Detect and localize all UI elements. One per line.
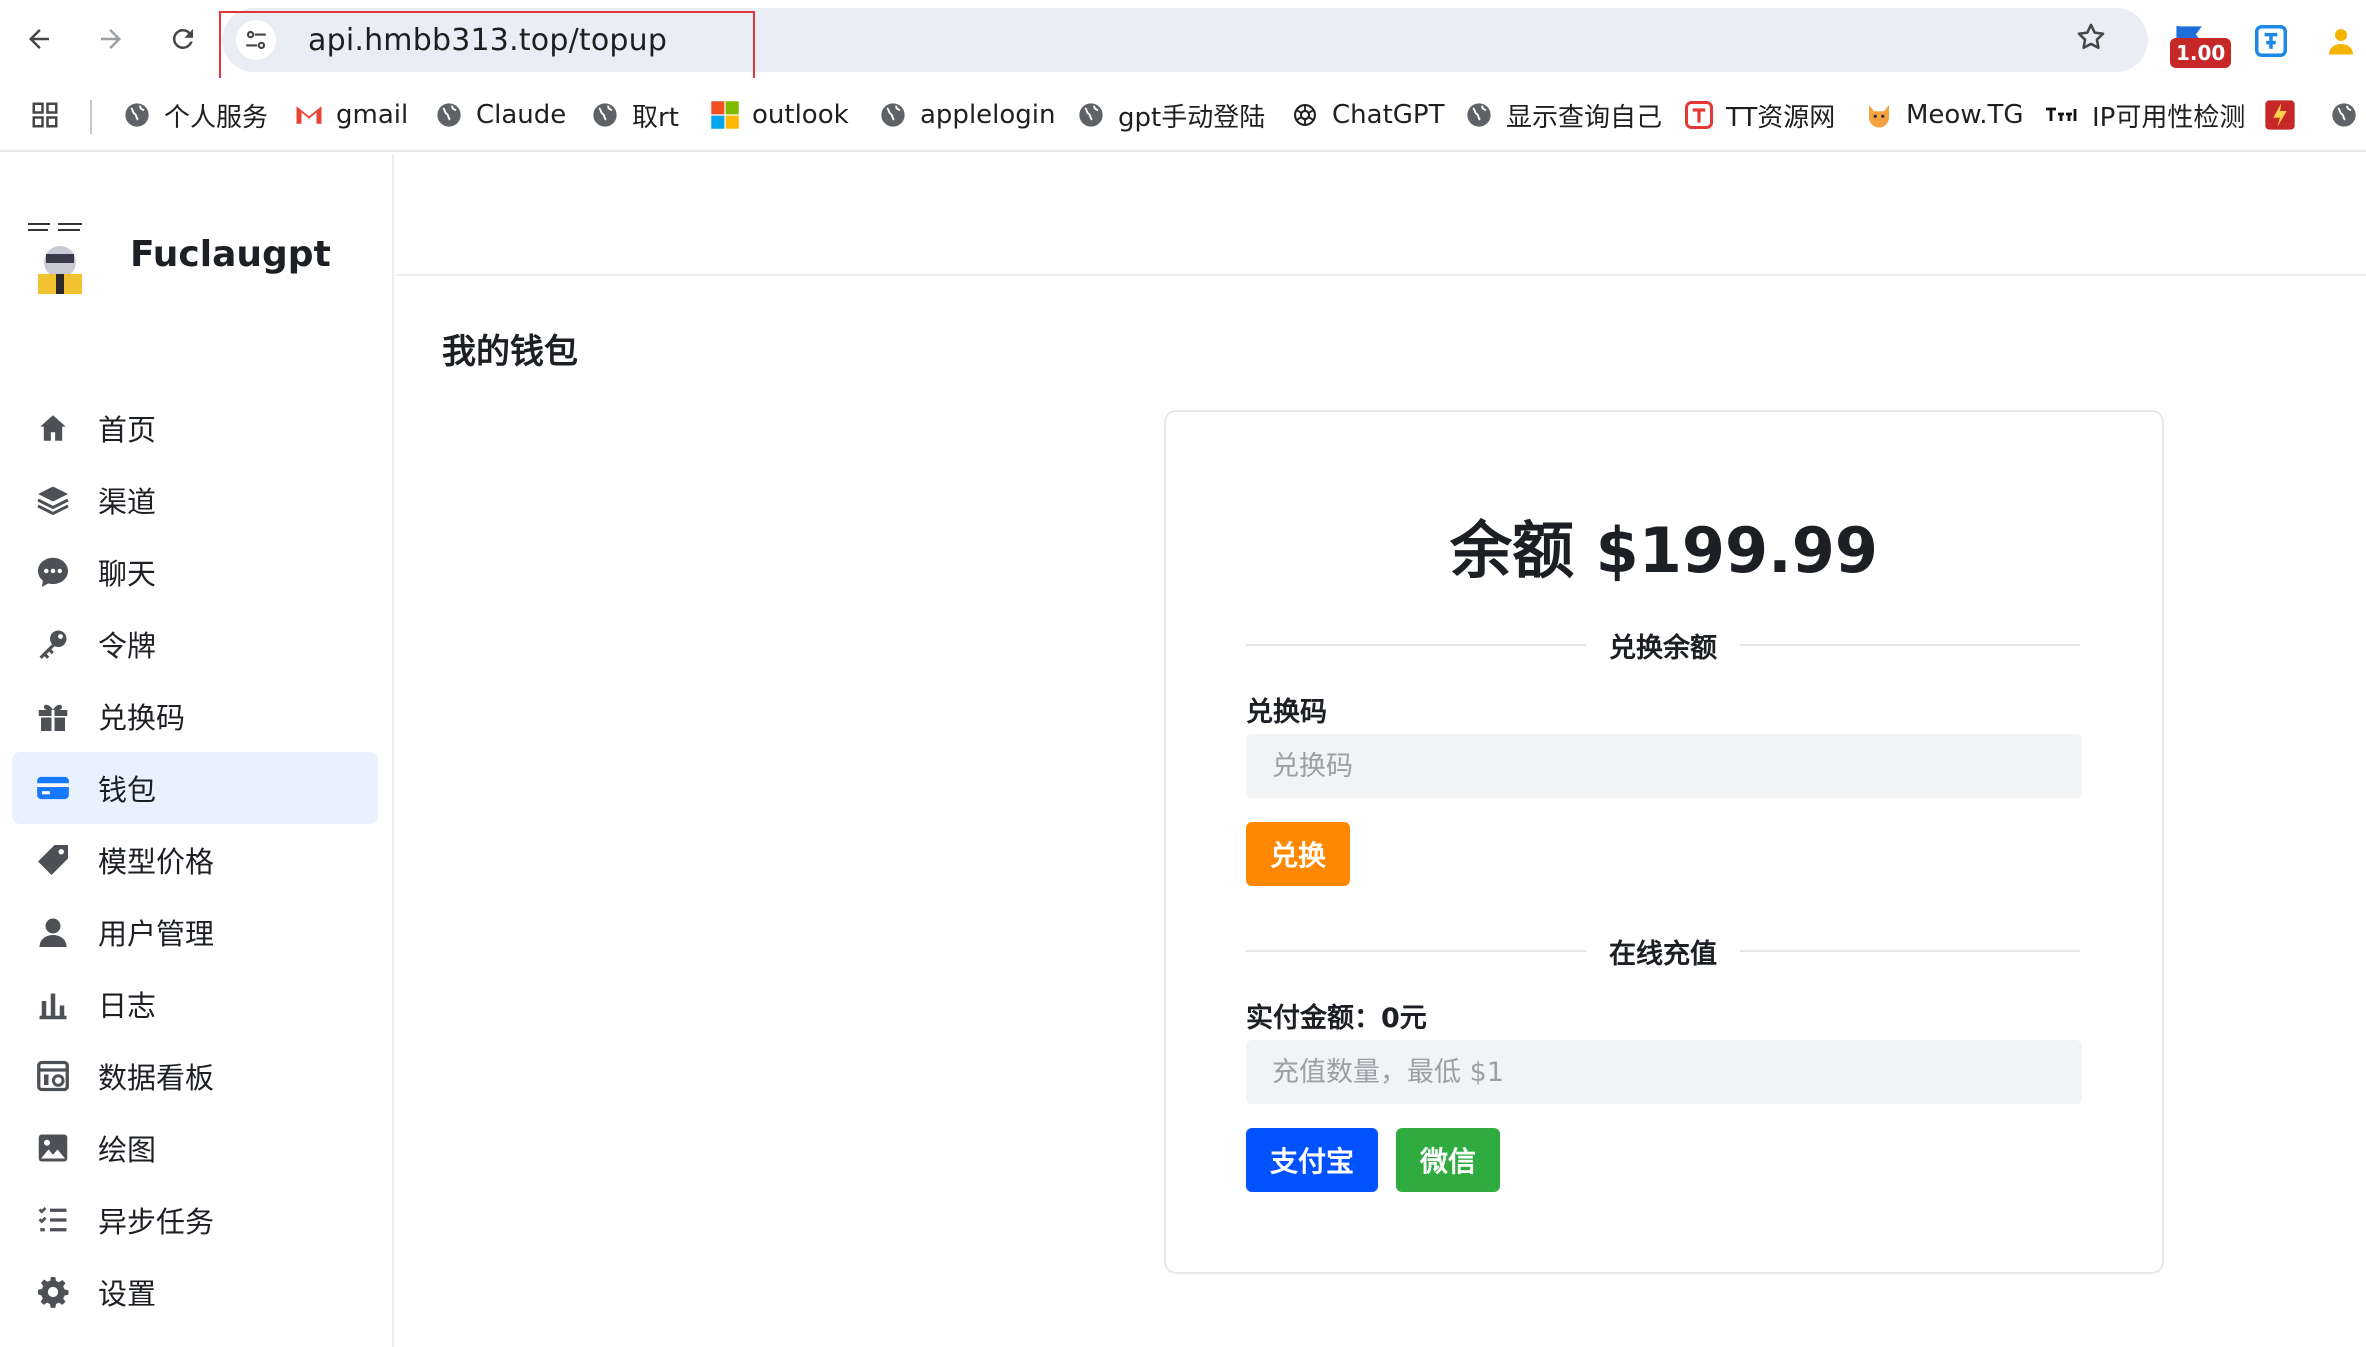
gift-icon: [34, 697, 72, 735]
sidebar-item-model-pricing[interactable]: 模型价格: [12, 824, 378, 896]
sidebar-menu: 首页 渠道 聊天 令牌 兑换码 钱包 模型价格 用户管理 日志 数据看板 绘图 …: [12, 392, 378, 1328]
browser-toolbar: api.hmbb313.top/topup 1.00: [0, 0, 2366, 89]
bookmark-item[interactable]: 取rt: [590, 95, 679, 135]
layers-icon: [34, 481, 72, 519]
reload-button[interactable]: [158, 14, 208, 64]
globe-icon[interactable]: [2330, 95, 2358, 135]
task-list-icon: [34, 1201, 72, 1239]
sidebar-item-home[interactable]: 首页: [12, 392, 378, 464]
bookmark-bolt-icon[interactable]: [2264, 95, 2296, 135]
tt-icon: [1684, 100, 1714, 130]
key-icon: [34, 625, 72, 663]
bookmark-item[interactable]: 显示查询自己: [1464, 95, 1662, 135]
topup-amount-input[interactable]: [1246, 1040, 2082, 1104]
user-icon: [34, 913, 72, 951]
extension-badge: 1.00: [2170, 38, 2232, 68]
sidebar-item-logs[interactable]: 日志: [12, 968, 378, 1040]
alipay-button[interactable]: 支付宝: [1246, 1128, 1378, 1192]
forward-button[interactable]: [86, 14, 136, 64]
sidebar-item-drawing[interactable]: 绘图: [12, 1112, 378, 1184]
topup-section-title: 在线充值: [1609, 939, 1717, 970]
bookmark-star-icon[interactable]: [2074, 20, 2108, 58]
bookmark-item[interactable]: 个人服务: [122, 95, 268, 135]
app-name[interactable]: Fuclaugpt: [130, 234, 331, 275]
page-title: 我的钱包: [442, 332, 578, 372]
microsoft-icon: [710, 100, 740, 130]
top-header: [396, 154, 2366, 276]
bookmark-item[interactable]: applelogin: [878, 95, 1056, 135]
price-tag-icon: [34, 841, 72, 879]
bookmark-item[interactable]: Meow.TG: [1864, 95, 2024, 135]
sidebar-item-tokens[interactable]: 令牌: [12, 608, 378, 680]
topup-section-divider: 在线充值: [1246, 932, 2080, 970]
sidebar-item-chat[interactable]: 聊天: [12, 536, 378, 608]
extension-person-icon[interactable]: [2318, 18, 2364, 64]
gmail-icon: [294, 100, 324, 130]
sidebar: Fuclaugpt 首页 渠道 聊天 令牌 兑换码 钱包 模型价格 用户管理 日…: [0, 154, 394, 1347]
redeem-section-divider: 兑换余额: [1246, 626, 2080, 664]
reload-icon: [172, 28, 193, 49]
globe-icon: [122, 100, 152, 130]
redeem-code-label: 兑换码: [1246, 697, 1327, 728]
sidebar-item-async-tasks[interactable]: 异步任务: [12, 1184, 378, 1256]
extension-translate-icon[interactable]: [2248, 18, 2294, 64]
app-logo[interactable]: [24, 218, 96, 294]
bookmark-item[interactable]: TT资源网: [1684, 95, 1835, 135]
apps-grid-button[interactable]: [30, 95, 60, 135]
bookmark-item[interactable]: ChatGPT: [1290, 95, 1444, 135]
sidebar-item-user-management[interactable]: 用户管理: [12, 896, 378, 968]
sidebar-item-dashboard[interactable]: 数据看板: [12, 1040, 378, 1112]
bookmark-item[interactable]: Claude: [434, 95, 566, 135]
bar-chart-icon: [34, 985, 72, 1023]
home-icon: [34, 409, 72, 447]
dashboard-icon: [34, 1057, 72, 1095]
redeem-code-input[interactable]: [1246, 734, 2082, 798]
grid-icon: [32, 102, 58, 128]
back-button[interactable]: [14, 14, 64, 64]
balance-display: 余额 $199.99: [1450, 514, 1878, 587]
gear-icon: [34, 1273, 72, 1311]
tools-icon: [2044, 100, 2080, 130]
wallet-card: 余额 $199.99 兑换余额 兑换码 兑换 在线充值 实付金额：0元 支付宝 …: [1164, 410, 2164, 1274]
cat-icon: [1864, 100, 1894, 130]
globe-icon: [434, 100, 464, 130]
wechat-pay-button[interactable]: 微信: [1396, 1128, 1500, 1192]
bookmarks-separator: [90, 100, 92, 134]
arrow-right-icon: [101, 29, 121, 49]
redeem-section-title: 兑换余额: [1609, 633, 1717, 664]
sidebar-item-redeem-codes[interactable]: 兑换码: [12, 680, 378, 752]
wallet-icon: [34, 769, 72, 807]
bookmark-item[interactable]: gmail: [294, 95, 408, 135]
sidebar-item-channels[interactable]: 渠道: [12, 464, 378, 536]
bookmarks-bar: 个人服务 gmail Claude 取rt outlook applelogin…: [0, 78, 2366, 152]
globe-icon: [590, 100, 620, 130]
bookmark-item[interactable]: IP可用性检测: [2044, 95, 2245, 135]
bookmark-item[interactable]: outlook: [710, 95, 849, 135]
globe-icon: [1464, 100, 1494, 130]
pay-amount-label: 实付金额：0元: [1246, 1003, 1427, 1034]
bookmark-item[interactable]: gpt手动登陆: [1076, 95, 1265, 135]
sidebar-item-wallet[interactable]: 钱包: [12, 752, 378, 824]
sidebar-item-settings[interactable]: 设置: [12, 1256, 378, 1328]
globe-icon: [878, 100, 908, 130]
image-icon: [34, 1129, 72, 1167]
arrow-left-icon: [29, 29, 49, 49]
chat-icon: [34, 553, 72, 591]
redeem-button[interactable]: 兑换: [1246, 822, 1350, 886]
openai-icon: [1290, 100, 1320, 130]
globe-icon: [1076, 100, 1106, 130]
